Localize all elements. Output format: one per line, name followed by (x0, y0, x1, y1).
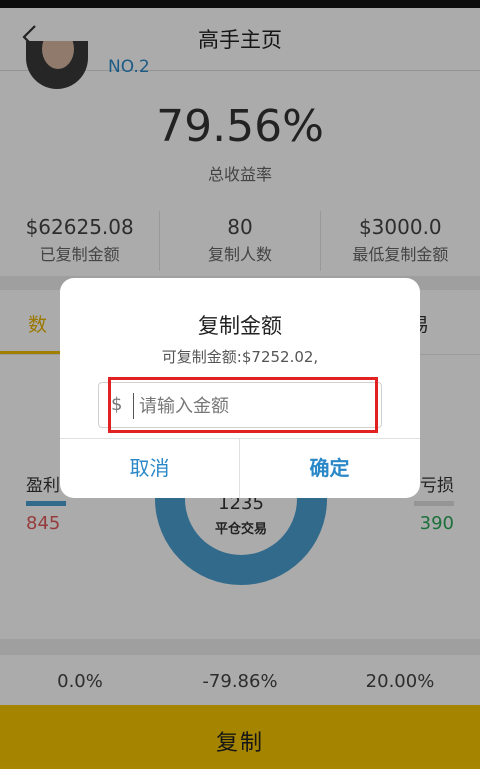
available-amount-text: 可复制金额:$7252.02, (161, 348, 319, 366)
input-highlight-box (108, 377, 378, 433)
dialog-title: 复制金额 (198, 314, 282, 338)
cancel-button[interactable]: 取消 (60, 438, 239, 498)
confirm-button[interactable]: 确定 (240, 438, 419, 498)
